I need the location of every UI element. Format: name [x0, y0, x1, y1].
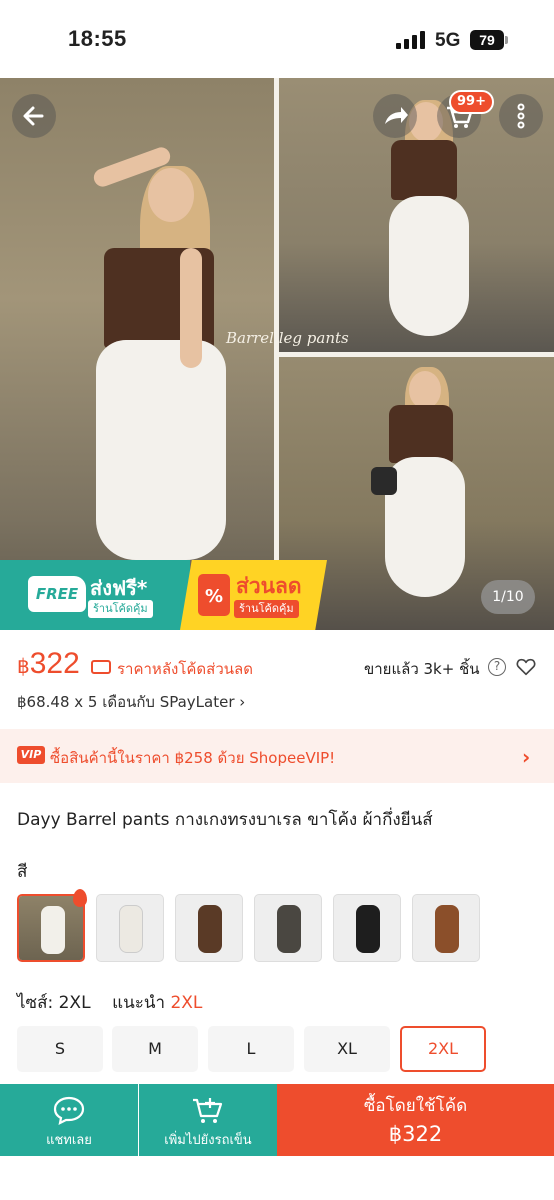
recommend-label: แนะนำ [112, 993, 166, 1013]
home-indicator-area [0, 1156, 554, 1200]
product-photo-main [0, 78, 274, 630]
size-option-xl[interactable]: XL [304, 1026, 390, 1072]
chat-button[interactable]: แชทเลย [0, 1084, 138, 1156]
image-page-counter: 1/10 [481, 580, 535, 614]
battery-tip [505, 36, 508, 44]
more-vertical-icon [517, 103, 525, 129]
product-price: ฿322 [17, 647, 80, 681]
size-option-2xl[interactable]: 2XL [400, 1026, 486, 1072]
buy-price: ฿322 [388, 1122, 443, 1146]
color-swatch[interactable] [175, 894, 243, 962]
add-cart-icon [193, 1098, 223, 1123]
price-after-coupon-note: ราคาหลังโค้ดส่วนลด [117, 660, 253, 678]
size-value: 2XL [58, 993, 91, 1013]
more-options-button[interactable] [499, 94, 543, 138]
sold-count: ขายแล้ว 3k+ ชิ้น [364, 660, 480, 678]
signal-icon [396, 31, 425, 49]
back-button[interactable] [12, 94, 56, 138]
vip-badge: VIP [17, 746, 45, 764]
color-swatch[interactable] [333, 894, 401, 962]
back-arrow-icon [23, 106, 44, 126]
color-swatch[interactable] [254, 894, 322, 962]
buy-with-code-button[interactable]: ซื้อโดยใช้โค้ด ฿322 [277, 1084, 554, 1156]
add-to-cart-label: เพิ่มไปยังรถเข็น [164, 1133, 252, 1148]
size-option-s[interactable]: S [17, 1026, 103, 1072]
discount-subtitle: ร้านโค้ดคุ้ม [234, 600, 299, 618]
chat-bubble-icon [53, 1096, 85, 1125]
color-swatch[interactable] [412, 894, 480, 962]
product-title: Dayy Barrel pants กางเกงทรงบาเรล ขาโค้ง … [17, 810, 433, 830]
free-shipping-subtitle: ร้านโค้ดคุ้ม [88, 600, 153, 618]
color-swatch[interactable] [96, 894, 164, 962]
product-image-gallery[interactable]: Barrel leg pants [0, 78, 554, 630]
hot-flame-icon [73, 889, 87, 907]
coupon-icon [91, 660, 111, 674]
recommend-value: 2XL [170, 993, 203, 1013]
share-icon [385, 107, 408, 124]
free-shipping-truck-icon: FREE [28, 576, 86, 612]
buy-label: ซื้อโดยใช้โค้ด [363, 1096, 468, 1116]
add-to-cart-button[interactable]: เพิ่มไปยังรถเข็น [139, 1084, 277, 1156]
battery-icon: 79 [470, 30, 504, 50]
color-label: สี [17, 862, 28, 882]
chat-label: แชทเลย [46, 1133, 92, 1148]
vip-offer-text: ซื้อสินค้านี้ในราคา ฿258 ด้วย ShopeeVIP! [50, 749, 336, 767]
status-time: 18:55 [68, 26, 127, 51]
size-info: ไซส์: 2XL แนะนำ 2XL [17, 989, 202, 1016]
price-value: 322 [29, 647, 80, 680]
discount-title: ส่วนลด [236, 574, 302, 598]
size-option-l[interactable]: L [208, 1026, 294, 1072]
spaylater-installment-link[interactable]: ฿68.48 x 5 เดือนกับ SPayLater › [17, 690, 245, 714]
currency-symbol: ฿ [17, 656, 30, 678]
discount-percent-icon: % [198, 574, 230, 616]
network-type: 5G [435, 30, 461, 51]
chevron-right-icon: › [522, 745, 531, 769]
size-label: ไซส์: [17, 993, 54, 1013]
image-watermark: Barrel leg pants [226, 329, 349, 347]
help-icon[interactable]: ? [488, 658, 506, 676]
heart-icon[interactable] [515, 656, 537, 678]
share-button[interactable] [373, 94, 417, 138]
photo-divider [279, 352, 554, 357]
size-option-m[interactable]: M [112, 1026, 198, 1072]
cart-count-badge: 99+ [449, 90, 494, 114]
status-bar: 18:55 5G 79 [0, 0, 554, 78]
